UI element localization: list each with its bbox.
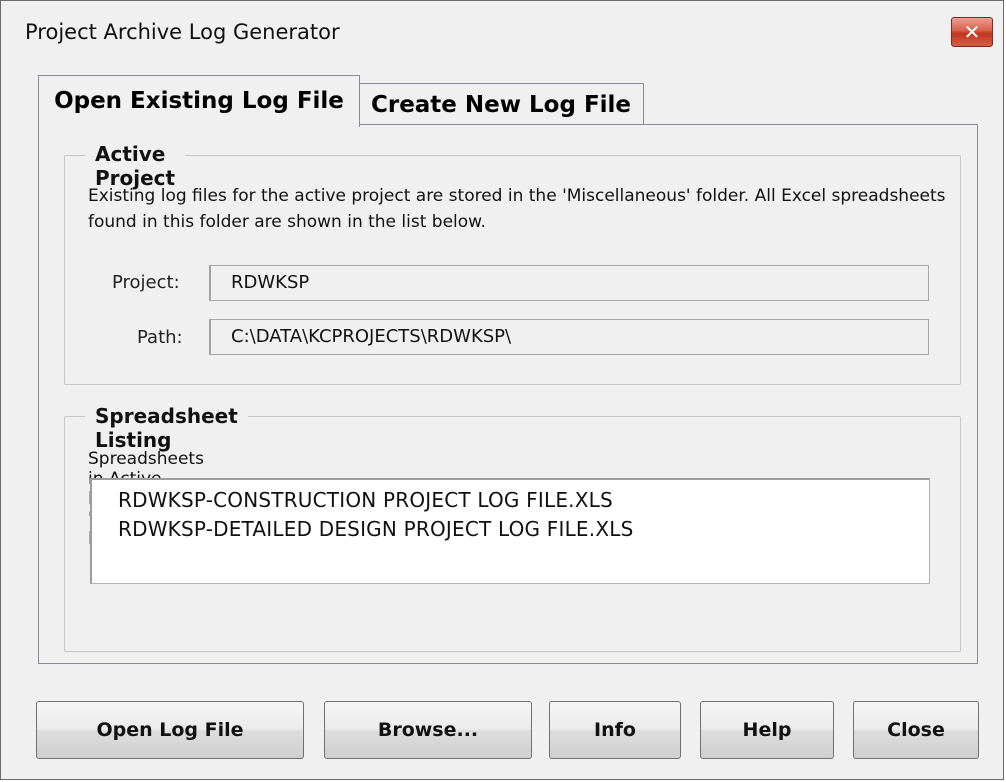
browse-button[interactable]: Browse... [324, 701, 532, 759]
spreadsheet-listing-legend: Spreadsheet Listing [85, 404, 248, 452]
tab-open-existing-log-file[interactable]: Open Existing Log File [38, 75, 360, 127]
spreadsheet-listbox[interactable]: RDWKSP-CONSTRUCTION PROJECT LOG FILE.XLS… [90, 478, 930, 584]
title-bar[interactable]: Project Archive Log Generator ✕ [1, 1, 1003, 67]
info-button[interactable]: Info [549, 701, 681, 759]
window-title: Project Archive Log Generator [25, 20, 340, 44]
tab-create-new-log-file[interactable]: Create New Log File [358, 83, 644, 127]
project-field: RDWKSP [209, 265, 929, 301]
help-button[interactable]: Help [700, 701, 834, 759]
list-item[interactable]: RDWKSP-CONSTRUCTION PROJECT LOG FILE.XLS [118, 486, 929, 515]
tab-join [39, 123, 359, 126]
active-project-description: Existing log files for the active projec… [88, 186, 946, 232]
path-field: C:\DATA\KCPROJECTS\RDWKSP\ [209, 319, 929, 355]
open-log-file-button[interactable]: Open Log File [36, 701, 304, 759]
dialog-window: Project Archive Log Generator ✕ Open Exi… [0, 0, 1004, 780]
close-button[interactable]: Close [853, 701, 979, 759]
path-label: Path: [137, 327, 183, 348]
project-label: Project: [112, 272, 180, 293]
close-icon[interactable]: ✕ [951, 17, 993, 47]
list-item[interactable]: RDWKSP-DETAILED DESIGN PROJECT LOG FILE.… [118, 515, 929, 544]
